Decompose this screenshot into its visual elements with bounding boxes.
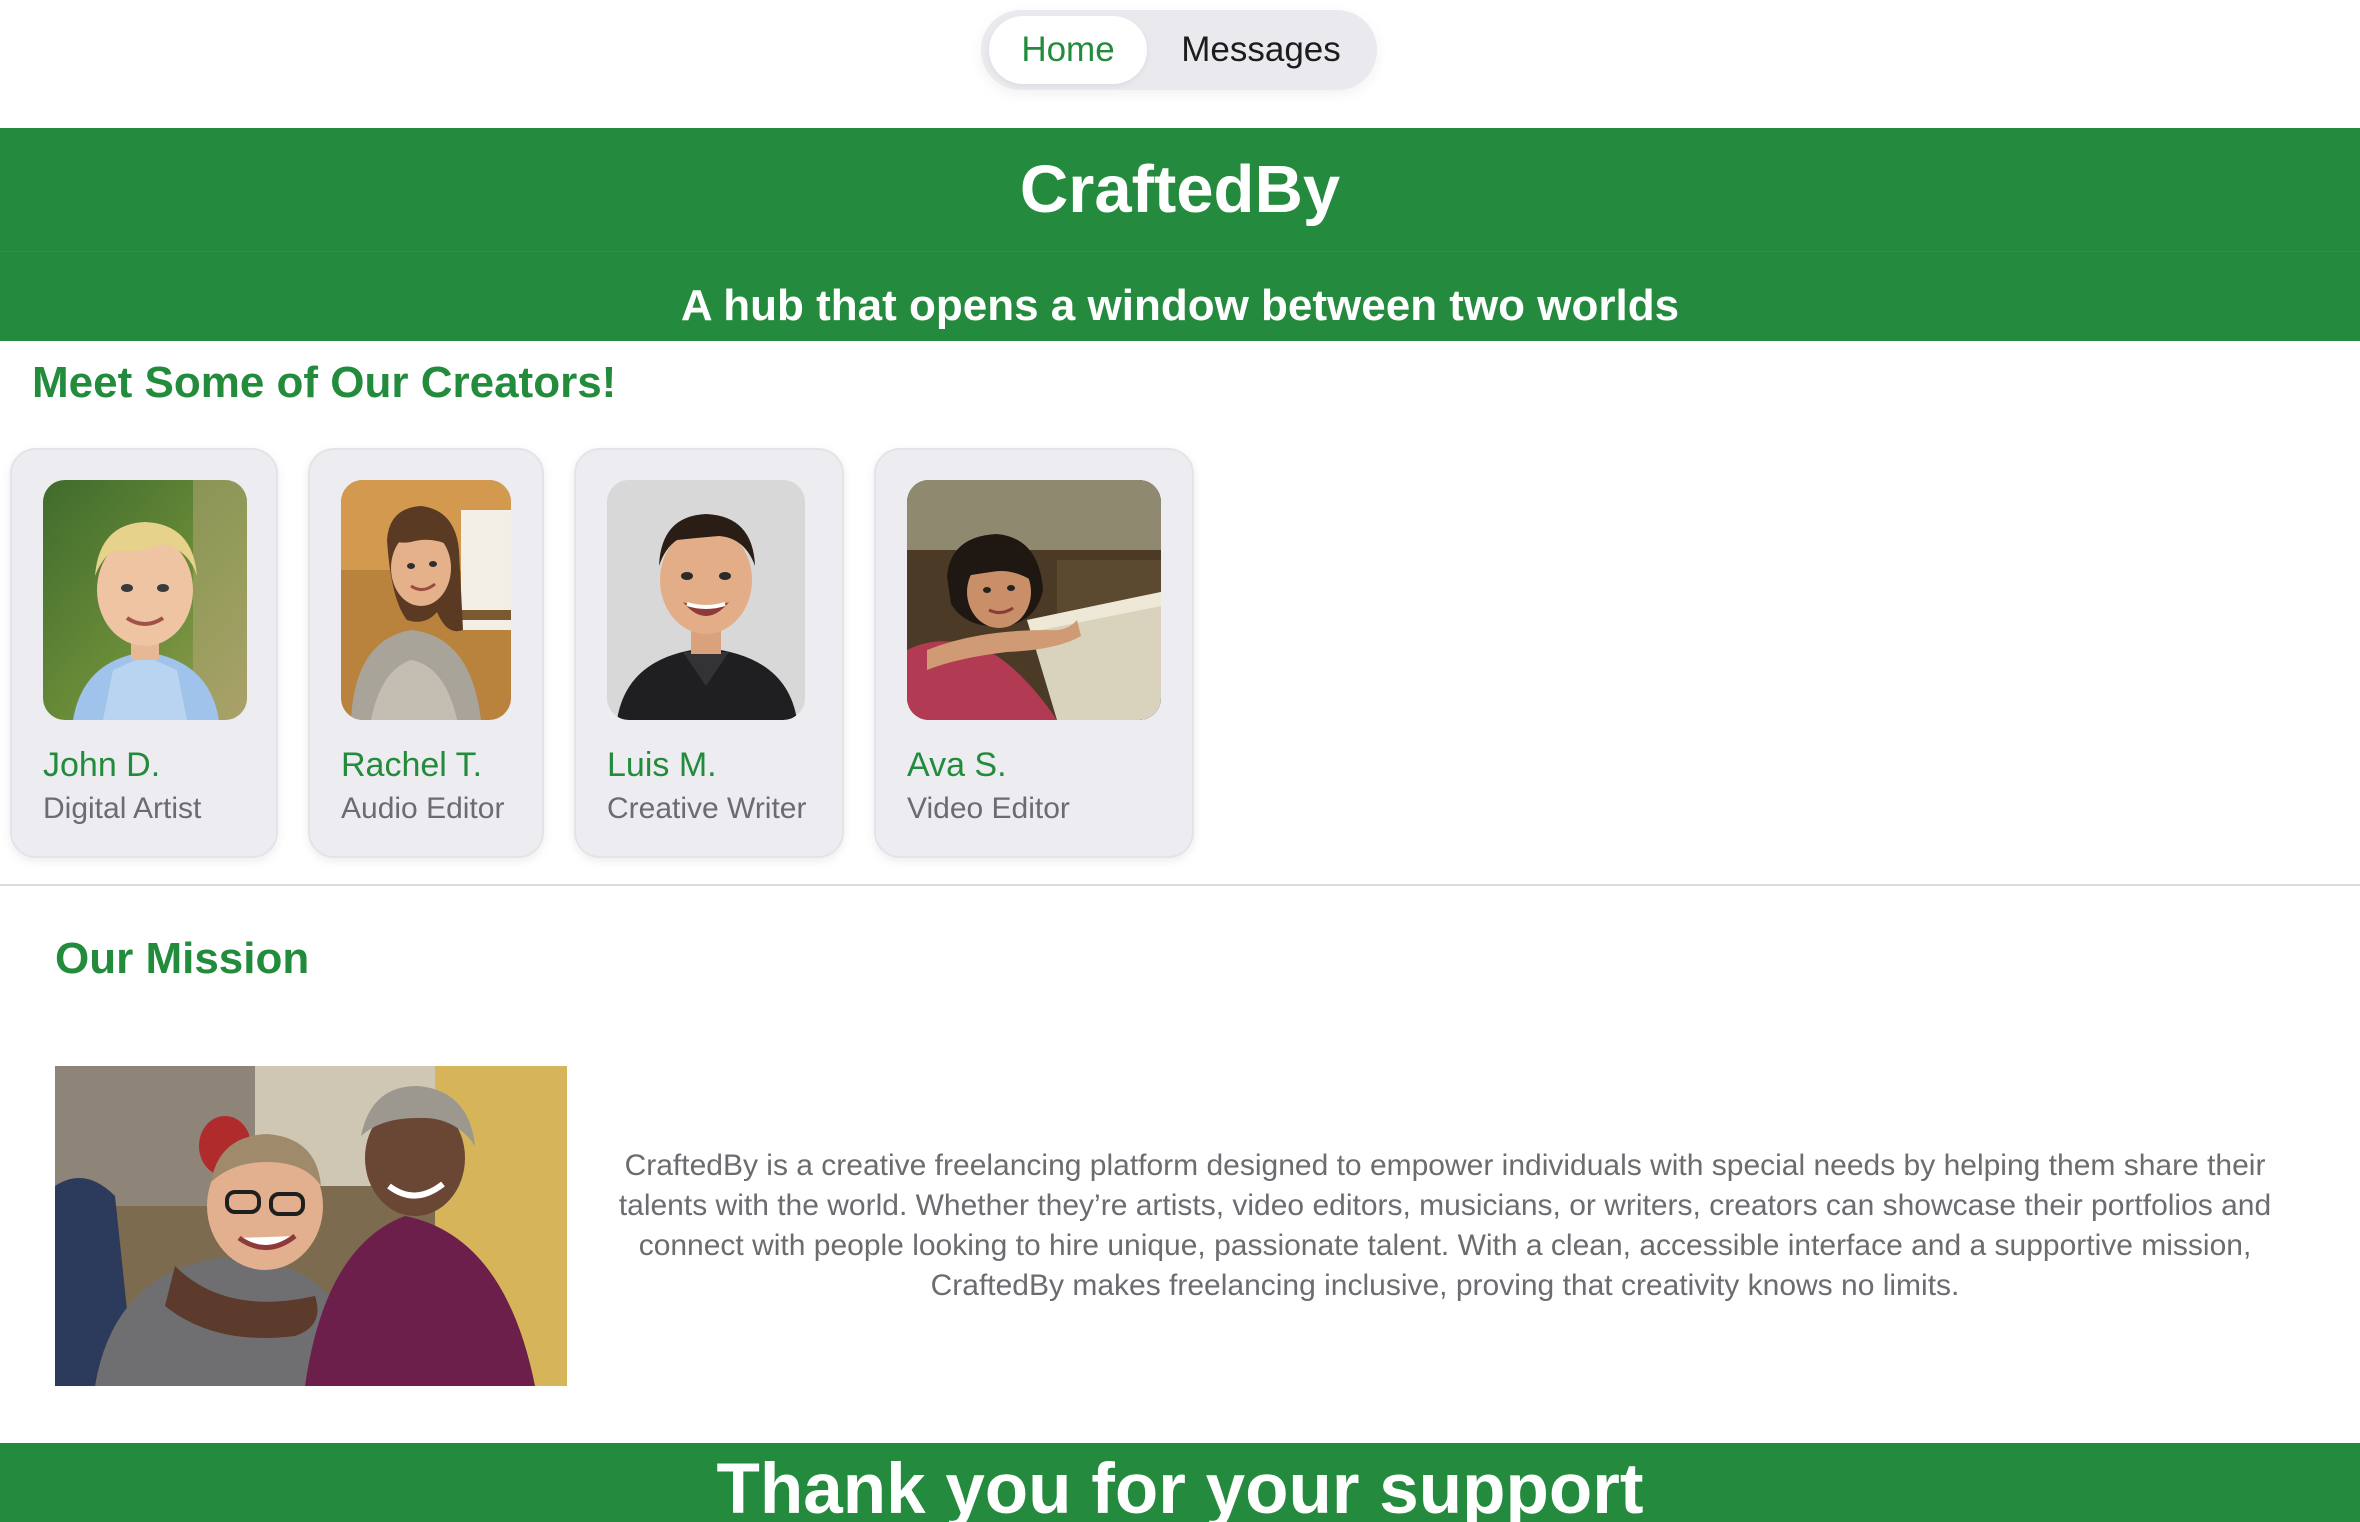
mission-heading: Our Mission — [55, 934, 310, 983]
creator-name: John D. — [43, 746, 161, 784]
creator-role: Video Editor — [907, 792, 1070, 825]
mission-body: CraftedBy is a creative freelancing plat… — [618, 1149, 2272, 1302]
top-navigation: Home Messages — [0, 0, 2360, 128]
creator-role: Audio Editor — [341, 792, 505, 825]
creator-card-ava[interactable]: Ava S. Video Editor — [874, 448, 1194, 858]
creator-photo-rachel — [341, 480, 511, 720]
creator-name: Rachel T. — [341, 746, 483, 784]
tab-home[interactable]: Home — [989, 16, 1147, 84]
site-tagline: A hub that opens a window between two wo… — [0, 251, 2360, 341]
footer-message: Thank you for your support — [0, 1443, 2360, 1522]
mission-photo — [55, 1066, 567, 1386]
creator-name: Ava S. — [907, 746, 1007, 784]
site-title: CraftedBy — [0, 128, 2360, 251]
tab-messages[interactable]: Messages — [1153, 16, 1369, 84]
creator-role: Digital Artist — [43, 792, 202, 825]
creator-photo-john — [43, 480, 247, 720]
segmented-control: Home Messages — [981, 10, 1377, 90]
creator-name: Luis M. — [607, 746, 717, 784]
creator-photo-ava — [907, 480, 1161, 720]
creator-role: Creative Writer — [607, 792, 807, 825]
creator-photo-luis — [607, 480, 805, 720]
section-divider — [0, 884, 2360, 886]
creator-card-rachel[interactable]: Rachel T. Audio Editor — [308, 448, 544, 858]
creator-card-luis[interactable]: Luis M. Creative Writer — [574, 448, 844, 858]
creator-card-john[interactable]: John D. Digital Artist — [10, 448, 278, 858]
creators-heading: Meet Some of Our Creators! — [32, 358, 617, 407]
